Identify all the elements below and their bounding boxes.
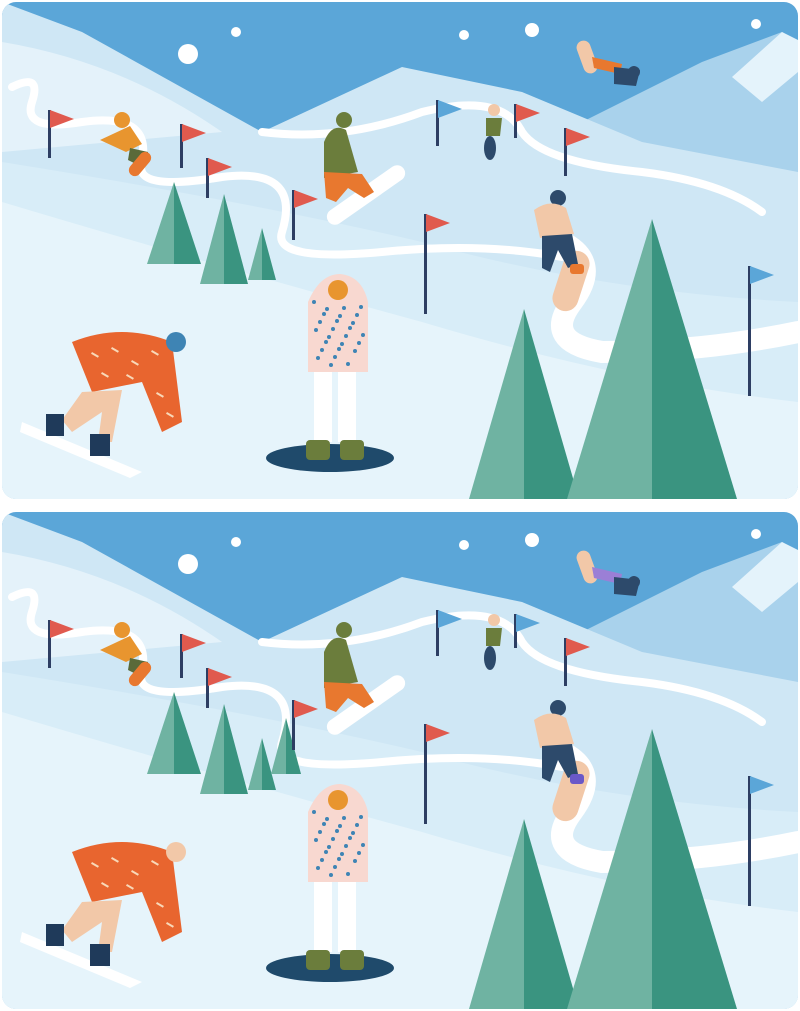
boot	[46, 414, 64, 436]
coat-dot	[325, 817, 329, 821]
coat-dot	[316, 356, 320, 360]
snowflake	[525, 23, 539, 37]
snowboard	[484, 646, 496, 670]
coat-dot	[340, 342, 344, 346]
coat-dot	[338, 824, 342, 828]
coat-dot	[320, 348, 324, 352]
coat-dot	[351, 321, 355, 325]
coat-dot	[357, 851, 361, 855]
jacket	[614, 67, 640, 86]
coat-dot	[320, 858, 324, 862]
coat-dot	[329, 873, 333, 877]
coat-dot	[346, 362, 350, 366]
snowflake	[459, 540, 469, 550]
coat-dot	[361, 333, 365, 337]
snowflake	[459, 30, 469, 40]
shoe	[570, 774, 584, 784]
head	[114, 622, 130, 638]
face	[328, 790, 348, 810]
hood	[336, 622, 352, 638]
coat-dot	[322, 312, 326, 316]
coat-dot	[359, 305, 363, 309]
jacket	[614, 577, 640, 596]
head	[114, 112, 130, 128]
leg	[338, 882, 356, 952]
coat-dot	[346, 872, 350, 876]
coat-dot	[348, 326, 352, 330]
boot	[90, 434, 110, 456]
snowflake	[178, 44, 198, 64]
coat-dot	[348, 836, 352, 840]
snowflake	[751, 529, 761, 539]
coat-dot	[325, 307, 329, 311]
coat-dot	[338, 314, 342, 318]
boot	[340, 440, 364, 460]
cap	[166, 842, 186, 862]
coat-dot	[312, 810, 316, 814]
head	[488, 104, 500, 116]
coat-dot	[355, 823, 359, 827]
jacket	[486, 628, 502, 646]
snowflake	[231, 537, 241, 547]
coat-dot	[312, 300, 316, 304]
coat-dot	[331, 327, 335, 331]
coat-dot	[322, 822, 326, 826]
coat-dot	[327, 845, 331, 849]
leg	[314, 882, 332, 952]
coat-dot	[359, 815, 363, 819]
coat-dot	[353, 859, 357, 863]
flag-pole	[748, 776, 751, 906]
coat-dot	[361, 843, 365, 847]
coat-dot	[353, 349, 357, 353]
snowboard	[484, 136, 496, 160]
ski-slope-scene[interactable]	[2, 512, 798, 1009]
ski-slope-scene[interactable]	[2, 2, 798, 499]
coat-dot	[335, 319, 339, 323]
coat-dot	[357, 341, 361, 345]
coat-dot	[331, 837, 335, 841]
boot	[306, 950, 330, 970]
boot	[306, 440, 330, 460]
snowflake	[178, 554, 198, 574]
coat-dot	[335, 829, 339, 833]
snowflake	[751, 19, 761, 29]
head	[488, 614, 500, 626]
coat-dot	[342, 816, 346, 820]
coat-dot	[344, 844, 348, 848]
coat-dot	[329, 363, 333, 367]
coat-dot	[344, 334, 348, 338]
coat-dot	[337, 347, 341, 351]
face	[328, 280, 348, 300]
scene-panel-modified[interactable]	[2, 512, 798, 1009]
coat-dot	[318, 320, 322, 324]
scene-panel-original[interactable]	[2, 2, 798, 499]
leg	[338, 372, 356, 442]
jacket	[486, 118, 502, 136]
coat-dot	[327, 335, 331, 339]
coat-dot	[318, 830, 322, 834]
snowflake	[525, 533, 539, 547]
shoe	[570, 264, 584, 274]
hood	[336, 112, 352, 128]
coat-dot	[333, 865, 337, 869]
coat-dot	[355, 313, 359, 317]
boot	[46, 924, 64, 946]
snowflake	[231, 27, 241, 37]
coat-dot	[324, 340, 328, 344]
boot	[90, 944, 110, 966]
cap	[166, 332, 186, 352]
boot	[340, 950, 364, 970]
coat-dot	[316, 866, 320, 870]
flag-pole	[748, 266, 751, 396]
leg	[314, 372, 332, 442]
coat-dot	[324, 850, 328, 854]
coat-dot	[314, 328, 318, 332]
coat-dot	[333, 355, 337, 359]
coat-dot	[351, 831, 355, 835]
coat-dot	[314, 838, 318, 842]
coat-dot	[340, 852, 344, 856]
coat-dot	[337, 857, 341, 861]
coat-dot	[342, 306, 346, 310]
